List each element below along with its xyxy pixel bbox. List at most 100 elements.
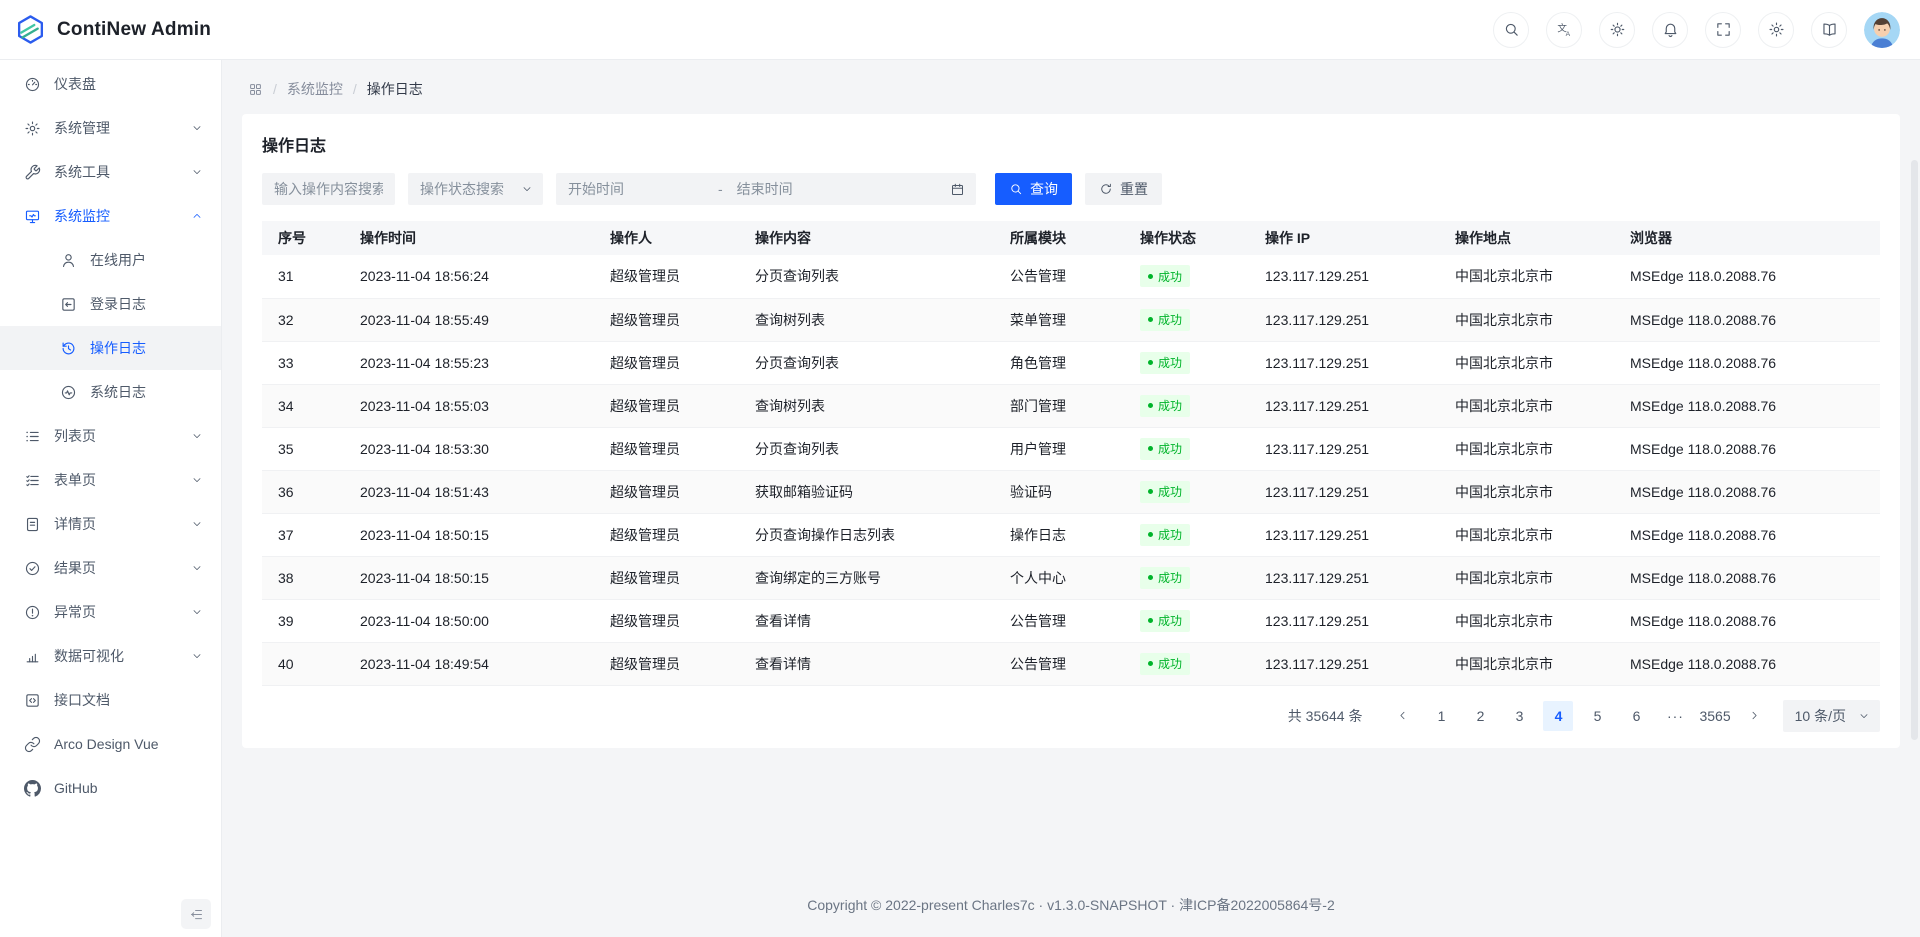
cell-content: 查询树列表	[739, 298, 994, 341]
cell-ip: 123.117.129.251	[1249, 384, 1439, 427]
theme-toggle-button[interactable]	[1599, 12, 1635, 48]
sidebar-item-label: 操作日志	[90, 338, 203, 358]
sidebar-item-system-tools[interactable]: 系统工具	[0, 150, 221, 194]
github-icon	[24, 780, 41, 797]
column-header[interactable]: 操作人	[594, 221, 739, 255]
sidebar-item-exception-page[interactable]: 异常页	[0, 590, 221, 634]
table-row[interactable]: 36 2023-11-04 18:51:43 超级管理员 获取邮箱验证码 验证码…	[262, 470, 1880, 513]
column-header[interactable]: 浏览器	[1614, 221, 1880, 255]
sidebar-item-detail-page[interactable]: 详情页	[0, 502, 221, 546]
cell-location: 中国北京北京市	[1439, 384, 1614, 427]
status-dot-icon	[1148, 274, 1153, 279]
cell-operator: 超级管理员	[594, 298, 739, 341]
page-size-select[interactable]: 10 条/页	[1783, 700, 1880, 732]
table-row[interactable]: 33 2023-11-04 18:55:23 超级管理员 分页查询列表 角色管理…	[262, 341, 1880, 384]
cell-time: 2023-11-04 18:50:15	[344, 556, 594, 599]
cell-status: 成功	[1124, 341, 1249, 384]
user-icon	[60, 252, 77, 269]
cell-location: 中国北京北京市	[1439, 599, 1614, 642]
sidebar-item-label: 表单页	[54, 470, 191, 490]
page-button-3565[interactable]: 3565	[1699, 701, 1730, 731]
sidebar-item-arco-design-vue[interactable]: Arco Design Vue	[0, 722, 221, 766]
date-range-picker[interactable]: 开始时间 - 结束时间	[556, 173, 976, 205]
table-row[interactable]: 35 2023-11-04 18:53:30 超级管理员 分页查询列表 用户管理…	[262, 427, 1880, 470]
sidebar-item-result-page[interactable]: 结果页	[0, 546, 221, 590]
search-button[interactable]	[1493, 12, 1529, 48]
column-header[interactable]: 操作 IP	[1249, 221, 1439, 255]
sidebar-item-github[interactable]: GitHub	[0, 766, 221, 810]
page-button-3[interactable]: 3	[1504, 701, 1534, 731]
wrench-icon	[24, 164, 41, 181]
user-avatar[interactable]	[1864, 12, 1900, 48]
cell-seq: 32	[262, 298, 344, 341]
status-dot-icon	[1148, 403, 1153, 408]
sidebar-item-system-log[interactable]: 系统日志	[0, 370, 221, 414]
chevron-down-icon	[521, 183, 533, 195]
notifications-button[interactable]	[1652, 12, 1688, 48]
cell-seq: 35	[262, 427, 344, 470]
page-button-5[interactable]: 5	[1582, 701, 1612, 731]
breadcrumb-item-monitor[interactable]: 系统监控	[287, 79, 343, 99]
sidebar-item-login-log[interactable]: 登录日志	[0, 282, 221, 326]
sidebar-item-dashboard[interactable]: 仪表盘	[0, 62, 221, 106]
column-header[interactable]: 操作时间	[344, 221, 594, 255]
cell-time: 2023-11-04 18:55:03	[344, 384, 594, 427]
settings-button[interactable]	[1758, 12, 1794, 48]
content-search-input[interactable]	[262, 173, 395, 205]
code-doc-icon	[24, 692, 41, 709]
cell-operator: 超级管理员	[594, 255, 739, 298]
table-row[interactable]: 40 2023-11-04 18:49:54 超级管理员 查看详情 公告管理 成…	[262, 642, 1880, 685]
table-row[interactable]: 32 2023-11-04 18:55:49 超级管理员 查询树列表 菜单管理 …	[262, 298, 1880, 341]
sidebar-item-system-manage[interactable]: 系统管理	[0, 106, 221, 150]
pagination-total: 共 35644 条	[1288, 706, 1363, 726]
sidebar-item-form-page[interactable]: 表单页	[0, 458, 221, 502]
cell-status: 成功	[1124, 599, 1249, 642]
fullscreen-button[interactable]	[1705, 12, 1741, 48]
cell-browser: MSEdge 118.0.2088.76	[1614, 427, 1880, 470]
table-row[interactable]: 38 2023-11-04 18:50:15 超级管理员 查询绑定的三方账号 个…	[262, 556, 1880, 599]
page-button-1[interactable]: 1	[1426, 701, 1456, 731]
link-icon	[24, 736, 41, 753]
column-header[interactable]: 所属模块	[994, 221, 1124, 255]
column-header[interactable]: 操作地点	[1439, 221, 1614, 255]
page-button-2[interactable]: 2	[1465, 701, 1495, 731]
apps-grid-icon[interactable]	[248, 82, 263, 97]
pagination-ellipsis: ···	[1660, 708, 1690, 724]
page-scrollbar[interactable]	[1911, 160, 1918, 740]
column-header[interactable]: 序号	[262, 221, 344, 255]
sidebar-item-operation-log[interactable]: 操作日志	[0, 326, 221, 370]
next-page-button[interactable]	[1740, 701, 1770, 731]
cell-time: 2023-11-04 18:56:24	[344, 255, 594, 298]
cell-module: 验证码	[994, 470, 1124, 513]
reset-button[interactable]: 重置	[1085, 173, 1162, 205]
prev-page-button[interactable]	[1387, 701, 1417, 731]
sidebar-item-system-monitor[interactable]: 系统监控	[0, 194, 221, 238]
column-header[interactable]: 操作内容	[739, 221, 994, 255]
cell-ip: 123.117.129.251	[1249, 298, 1439, 341]
sidebar-item-api-docs[interactable]: 接口文档	[0, 678, 221, 722]
table-row[interactable]: 37 2023-11-04 18:50:15 超级管理员 分页查询操作日志列表 …	[262, 513, 1880, 556]
cell-browser: MSEdge 118.0.2088.76	[1614, 255, 1880, 298]
app-logo[interactable]: ContiNew Admin	[14, 13, 211, 46]
table-row[interactable]: 39 2023-11-04 18:50:00 超级管理员 查看详情 公告管理 成…	[262, 599, 1880, 642]
translate-button[interactable]: 文A	[1546, 12, 1582, 48]
cell-browser: MSEdge 118.0.2088.76	[1614, 470, 1880, 513]
page-button-4[interactable]: 4	[1543, 701, 1573, 731]
sidebar-item-data-viz[interactable]: 数据可视化	[0, 634, 221, 678]
docs-button[interactable]	[1811, 12, 1847, 48]
page-button-6[interactable]: 6	[1621, 701, 1651, 731]
column-header[interactable]: 操作状态	[1124, 221, 1249, 255]
table-row[interactable]: 31 2023-11-04 18:56:24 超级管理员 分页查询列表 公告管理…	[262, 255, 1880, 298]
sidebar-item-label: 数据可视化	[54, 646, 191, 666]
status-badge: 成功	[1140, 265, 1190, 287]
status-select[interactable]: 操作状态搜索	[408, 173, 543, 205]
sidebar-item-online-users[interactable]: 在线用户	[0, 238, 221, 282]
search-button[interactable]: 查询	[995, 173, 1072, 205]
cell-time: 2023-11-04 18:51:43	[344, 470, 594, 513]
table-row[interactable]: 34 2023-11-04 18:55:03 超级管理员 查询树列表 部门管理 …	[262, 384, 1880, 427]
cell-ip: 123.117.129.251	[1249, 470, 1439, 513]
sidebar-item-list-page[interactable]: 列表页	[0, 414, 221, 458]
sidebar-collapse-button[interactable]	[181, 899, 211, 929]
status-badge: 成功	[1140, 438, 1190, 460]
status-dot-icon	[1148, 618, 1153, 623]
